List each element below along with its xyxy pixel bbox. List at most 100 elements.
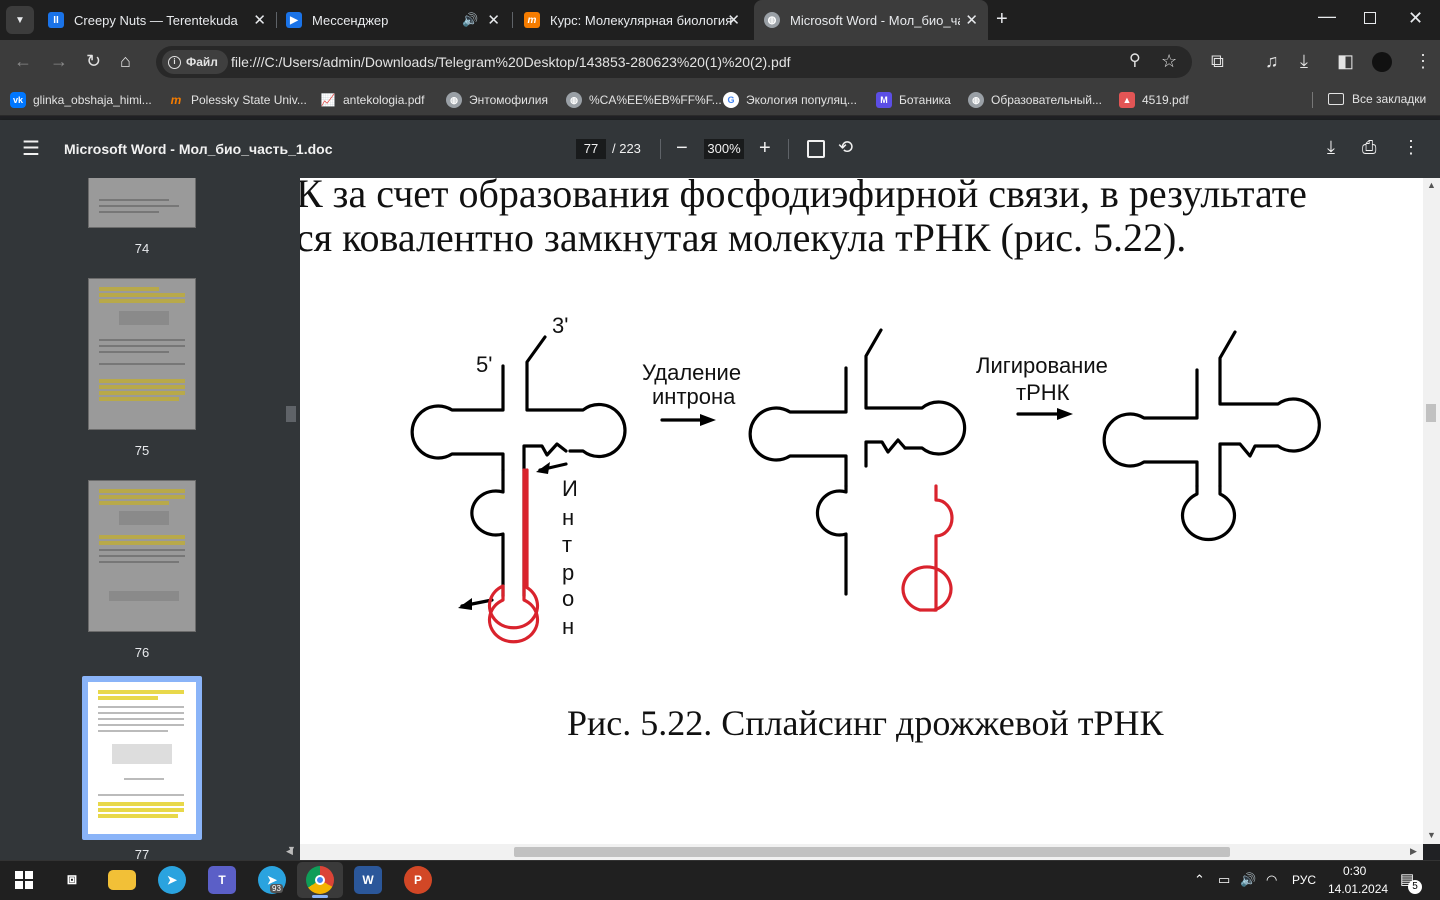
- telegram-icon[interactable]: ➤: [158, 866, 186, 894]
- trna-strand: [525, 335, 627, 459]
- trna-strand: [864, 328, 967, 456]
- label-5-prime: 5': [476, 352, 492, 377]
- clock-date[interactable]: 14.01.2024: [1328, 882, 1388, 896]
- scroll-thumb[interactable]: [286, 406, 296, 422]
- bookmark-item[interactable]: M Ботаника: [876, 92, 951, 108]
- windows-start-icon[interactable]: [10, 866, 38, 894]
- site-info-chip[interactable]: i Файл: [162, 50, 228, 74]
- horizontal-scrollbar[interactable]: ◀ ▶: [286, 844, 1423, 860]
- scroll-down-arrow-icon[interactable]: ▼: [1427, 830, 1436, 840]
- page-number-input[interactable]: 77: [576, 139, 606, 159]
- menu-kebab-icon[interactable]: ⋮: [1414, 52, 1432, 70]
- bookmark-label: Образовательный...: [991, 93, 1102, 107]
- powerpoint-icon[interactable]: P: [404, 866, 432, 894]
- tab-course[interactable]: m Курс: Молекулярная биология ✕: [516, 0, 750, 40]
- page-thumbnail[interactable]: [88, 178, 196, 228]
- zoom-out-icon[interactable]: −: [676, 138, 688, 158]
- task-view-icon[interactable]: ⧈: [58, 866, 86, 894]
- chip-label: Файл: [186, 55, 218, 69]
- bookmark-item[interactable]: ▲ 4519.pdf: [1119, 92, 1189, 108]
- trna-strand: [1180, 484, 1237, 542]
- window-close-button[interactable]: ✕: [1408, 8, 1423, 29]
- bookmark-item[interactable]: ◍ Образовательный...: [968, 92, 1102, 108]
- thumbnail-label: 76: [134, 645, 150, 660]
- speaker-icon[interactable]: 🔊: [462, 12, 478, 28]
- bookmark-item[interactable]: vk glinka_obshaja_himi...: [10, 92, 152, 108]
- globe-icon: ◍: [566, 92, 582, 108]
- trna-strand: [470, 468, 505, 598]
- minimize-button[interactable]: —: [1318, 6, 1336, 27]
- home-icon[interactable]: ⌂: [120, 52, 131, 70]
- tab-title: Мессенджер: [312, 12, 389, 28]
- chevron-down-icon: ▼: [15, 14, 25, 26]
- extensions-icon[interactable]: ⧉: [1211, 52, 1224, 70]
- profile-avatar[interactable]: [1372, 52, 1392, 72]
- all-bookmarks-button[interactable]: Все закладки: [1328, 92, 1426, 106]
- intron-letter: И: [562, 476, 578, 501]
- chrome-icon[interactable]: [306, 866, 334, 894]
- print-icon[interactable]: ⎙: [1362, 138, 1376, 156]
- chevron-up-icon[interactable]: ⌃: [1194, 872, 1205, 888]
- scroll-right-arrow-icon[interactable]: ▶: [1410, 846, 1417, 857]
- teams-icon[interactable]: T: [208, 866, 236, 894]
- word-icon[interactable]: W: [354, 866, 382, 894]
- volume-icon[interactable]: 🔊: [1240, 872, 1256, 888]
- more-options-icon[interactable]: ⋮: [1402, 138, 1420, 156]
- step-label: тРНК: [1016, 380, 1070, 405]
- bookmark-item[interactable]: ◍ Энтомофилия: [446, 92, 548, 108]
- vertical-scrollbar[interactable]: ▲ ▼: [1423, 178, 1440, 844]
- body-text-line: К за счет образования фосфодиэфирной свя…: [300, 178, 1307, 216]
- scroll-up-arrow-icon[interactable]: ▲: [1427, 180, 1436, 190]
- star-icon[interactable]: ☆: [1161, 52, 1177, 70]
- side-panel-icon[interactable]: ◧: [1337, 52, 1354, 70]
- tab-messenger[interactable]: ▶ Мессенджер 🔊 ✕: [278, 0, 510, 40]
- device-icon[interactable]: ▭: [1218, 872, 1230, 888]
- thumbnail-label: 77: [134, 847, 150, 860]
- close-icon[interactable]: ✕: [487, 11, 500, 29]
- bookmark-item[interactable]: 📈 antekologia.pdf: [320, 92, 425, 108]
- new-tab-button[interactable]: +: [996, 8, 1008, 31]
- bookmark-item[interactable]: ◍ %CA%EE%EB%FF%F...: [566, 92, 722, 108]
- bookmark-item[interactable]: G Экология популяц...: [723, 92, 857, 108]
- rotate-icon[interactable]: ⟲: [838, 138, 853, 156]
- hamburger-menu-icon[interactable]: ☰: [22, 139, 40, 159]
- close-icon[interactable]: ✕: [253, 11, 266, 29]
- page-thumbnail[interactable]: [88, 480, 196, 632]
- zoom-level-input[interactable]: 300%: [704, 139, 744, 159]
- tab-music[interactable]: II Creepy Nuts — Terentekuda ✕: [40, 0, 276, 40]
- page-thumbnail-selected[interactable]: [88, 682, 196, 834]
- bookmark-item[interactable]: m Polessky State Univ...: [168, 92, 307, 108]
- tab-search-button[interactable]: ▼: [6, 6, 34, 34]
- media-control-icon[interactable]: ♫: [1265, 52, 1279, 70]
- bookmark-label: 4519.pdf: [1142, 93, 1189, 107]
- download-icon[interactable]: ⤓: [1327, 138, 1335, 156]
- step-label: Удаление: [642, 360, 741, 385]
- fit-page-icon[interactable]: [807, 140, 825, 158]
- notification-count: 5: [1408, 880, 1422, 894]
- clock-time[interactable]: 0:30: [1343, 864, 1366, 878]
- scroll-thumb[interactable]: [1426, 404, 1436, 422]
- scroll-thumb[interactable]: [514, 847, 1230, 857]
- forward-arrow-icon[interactable]: →: [50, 52, 68, 70]
- sidebar-scrollbar[interactable]: ▼: [284, 178, 300, 860]
- language-indicator[interactable]: РУС: [1292, 873, 1316, 887]
- download-icon[interactable]: ⤓: [1300, 52, 1308, 70]
- zoom-in-icon[interactable]: +: [759, 138, 771, 158]
- close-icon[interactable]: ✕: [965, 11, 978, 29]
- reload-icon[interactable]: ↻: [86, 52, 101, 70]
- tab-pdf[interactable]: ◍ Microsoft Word - Мол_био_час ✕: [754, 0, 988, 40]
- back-arrow-icon[interactable]: ←: [14, 52, 32, 70]
- close-icon[interactable]: ✕: [727, 11, 740, 29]
- globe-icon: ◍: [446, 92, 462, 108]
- maximize-button[interactable]: [1364, 12, 1376, 24]
- tab-divider: [276, 12, 277, 28]
- file-explorer-icon[interactable]: [108, 870, 136, 890]
- scroll-left-arrow-icon[interactable]: ◀: [286, 846, 293, 857]
- folder-icon: [1328, 93, 1344, 105]
- page-thumbnail[interactable]: [88, 278, 196, 430]
- page-total: / 223: [612, 141, 641, 156]
- zoom-icon[interactable]: ⚲: [1129, 53, 1141, 69]
- url-text[interactable]: file:///C:/Users/admin/Downloads/Telegra…: [231, 54, 791, 70]
- wifi-icon[interactable]: ◠: [1266, 872, 1277, 888]
- thumbnail-label: 74: [134, 241, 150, 256]
